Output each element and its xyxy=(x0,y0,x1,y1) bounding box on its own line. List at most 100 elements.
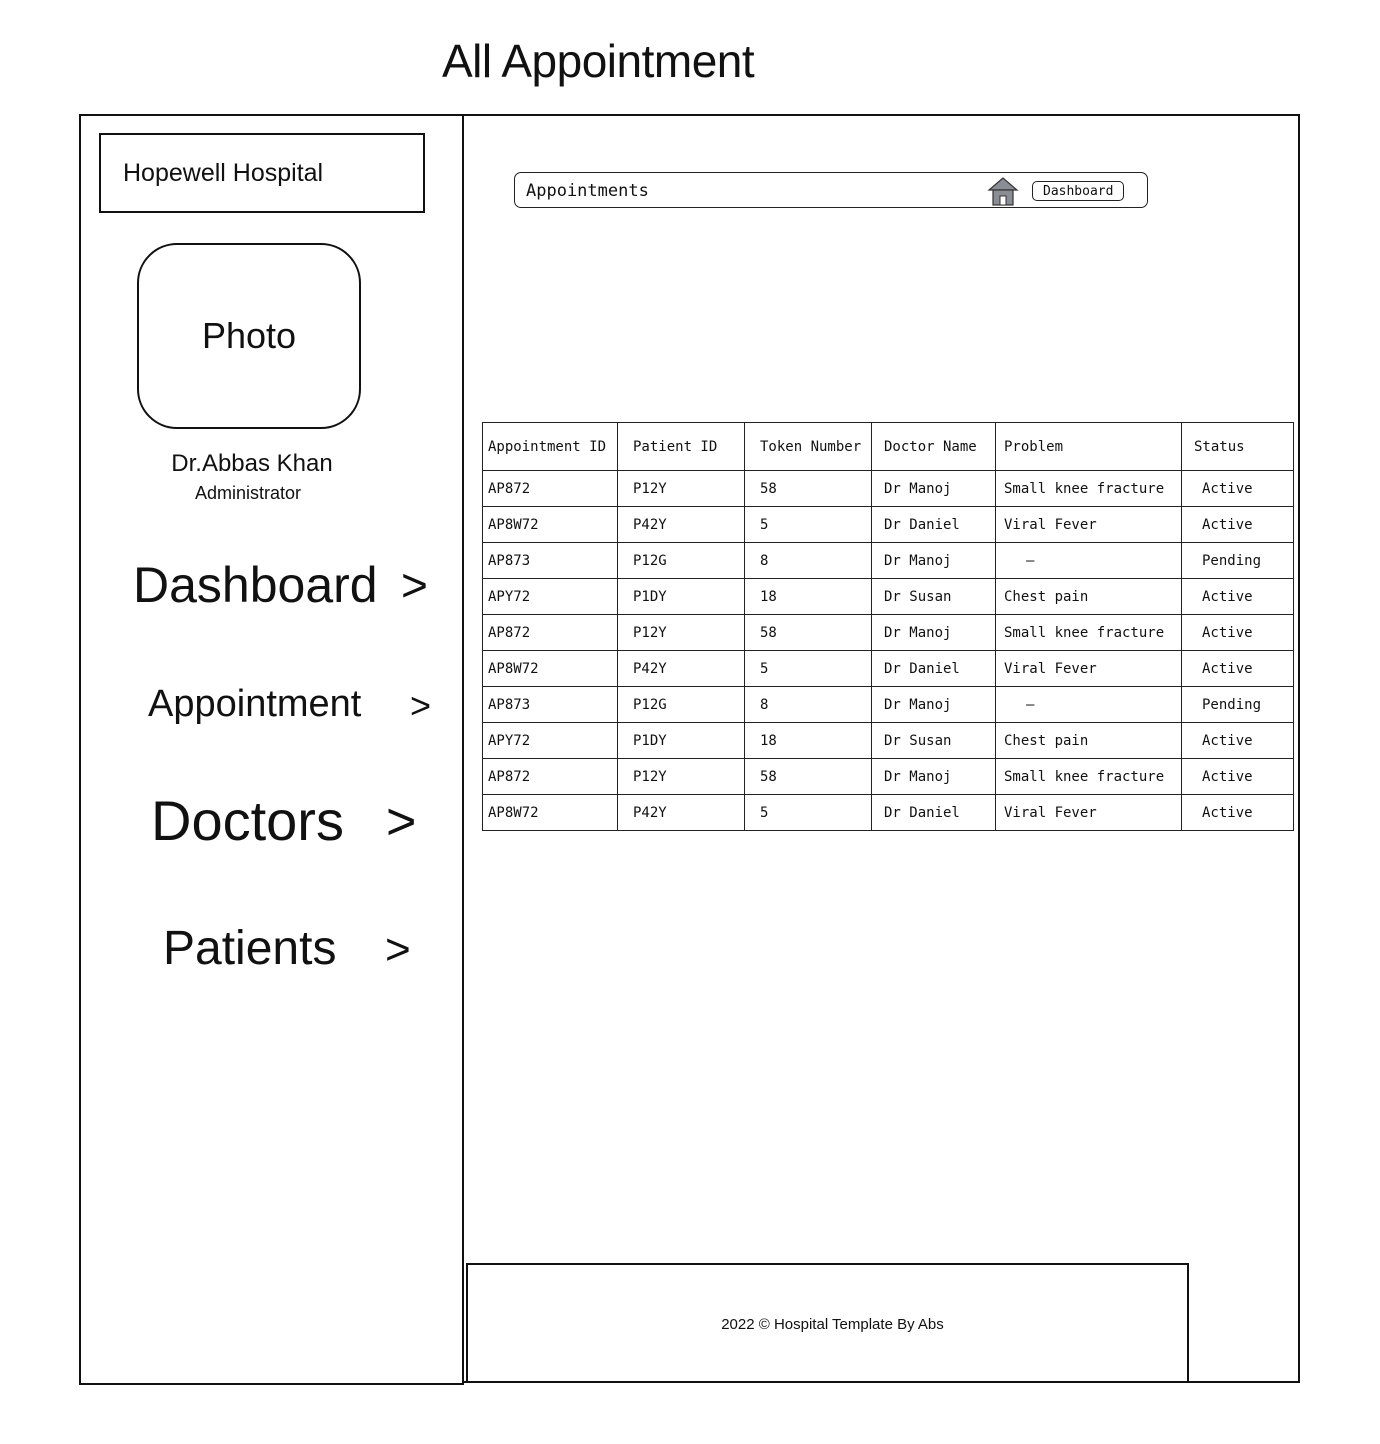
footer-text: 2022 © Hospital Template By Abs xyxy=(721,1315,944,1333)
table-cell: Dr Susan xyxy=(871,722,996,759)
table-cell: AP8W72 xyxy=(482,794,618,831)
table-cell: P42Y xyxy=(617,650,745,687)
table-cell: Viral Fever xyxy=(995,650,1182,687)
user-name: Dr.Abbas Khan xyxy=(171,450,333,477)
table-row[interactable]: AP8W72 P42Y 5 Dr Daniel Viral Fever Active xyxy=(482,506,1294,543)
table-cell: – xyxy=(995,542,1182,579)
table-cell: – xyxy=(995,686,1182,723)
table-cell: AP8W72 xyxy=(482,506,618,543)
table-cell: AP872 xyxy=(482,758,618,795)
home-icon[interactable] xyxy=(987,175,1019,211)
table-row[interactable]: AP872 P12Y 58 Dr Manoj Small knee fracture Ac… xyxy=(482,758,1294,795)
column-header[interactable]: Token Number xyxy=(744,422,872,471)
table-row[interactable]: AP8W72 P42Y 5 Dr Daniel Viral Fever Active xyxy=(482,794,1294,831)
breadcrumb-title: Appointments xyxy=(526,181,649,201)
column-header[interactable]: Appointment ID xyxy=(482,422,618,471)
table-cell: Dr Daniel xyxy=(871,794,996,831)
footer: 2022 © Hospital Template By Abs xyxy=(466,1263,1189,1383)
nav-item-appointment[interactable]: Appointment > xyxy=(148,683,443,726)
table-cell: 8 xyxy=(744,542,872,579)
table-cell: Dr Manoj xyxy=(871,614,996,651)
nav-item-patients[interactable]: Patients > xyxy=(163,921,441,976)
table-cell: Dr Manoj xyxy=(871,686,996,723)
table-cell: 58 xyxy=(744,614,872,651)
column-header[interactable]: Problem xyxy=(995,422,1182,471)
table-row[interactable]: AP873 P12G 8 Dr Manoj – Pending xyxy=(482,542,1294,579)
brand-name: Hopewell Hospital xyxy=(123,158,324,187)
table-cell: AP872 xyxy=(482,470,618,507)
table-cell: Active xyxy=(1181,722,1294,759)
table-cell: AP872 xyxy=(482,614,618,651)
nav-item-doctors[interactable]: Doctors > xyxy=(151,788,441,853)
table-row[interactable]: APY72 P1DY 18 Dr Susan Chest pain Active xyxy=(482,722,1294,759)
table-cell: Small knee fracture xyxy=(995,470,1182,507)
table-cell: P1DY xyxy=(617,722,745,759)
table-cell: AP873 xyxy=(482,686,618,723)
table-header-row: Appointment ID Patient ID Token Number D… xyxy=(482,422,1294,471)
table-cell: P42Y xyxy=(617,506,745,543)
breadcrumb: Appointments Dashboard xyxy=(514,172,1148,208)
table-cell: P1DY xyxy=(617,578,745,615)
table-cell: Viral Fever xyxy=(995,506,1182,543)
table-cell: 58 xyxy=(744,758,872,795)
chevron-right-icon: > xyxy=(385,925,411,974)
table-cell: 18 xyxy=(744,722,872,759)
table-cell: Active xyxy=(1181,758,1294,795)
table-cell: Active xyxy=(1181,578,1294,615)
table-cell: Dr Manoj xyxy=(871,758,996,795)
nav-item-label: Dashboard xyxy=(133,557,378,613)
nav-item-dashboard[interactable]: Dashboard > xyxy=(133,556,443,614)
table-row[interactable]: AP872 P12Y 58 Dr Manoj Small knee fracture Ac… xyxy=(482,470,1294,507)
table-cell: APY72 xyxy=(482,722,618,759)
table-cell: P12G xyxy=(617,542,745,579)
sidebar: Hopewell Hospital Photo Dr.Abbas Khan Ad… xyxy=(79,114,464,1385)
table-cell: Chest pain xyxy=(995,578,1182,615)
table-cell: 58 xyxy=(744,470,872,507)
table-cell: Active xyxy=(1181,650,1294,687)
table-cell: Active xyxy=(1181,614,1294,651)
table-cell: Dr Daniel xyxy=(871,506,996,543)
table-cell: Small knee fracture xyxy=(995,614,1182,651)
column-header[interactable]: Status xyxy=(1181,422,1294,471)
table-cell: P12Y xyxy=(617,614,745,651)
table-cell: Pending xyxy=(1181,686,1294,723)
table-cell: P12G xyxy=(617,686,745,723)
table-cell: APY72 xyxy=(482,578,618,615)
table-cell: Active xyxy=(1181,470,1294,507)
table-cell: 5 xyxy=(744,506,872,543)
table-row[interactable]: APY72 P1DY 18 Dr Susan Chest pain Active xyxy=(482,578,1294,615)
table-row[interactable]: AP8W72 P42Y 5 Dr Daniel Viral Fever Active xyxy=(482,650,1294,687)
table-cell: P12Y xyxy=(617,758,745,795)
user-role: Administrator xyxy=(194,483,302,503)
profile-photo[interactable]: Photo xyxy=(137,243,361,429)
table-cell: Dr Daniel xyxy=(871,650,996,687)
appointments-table: Appointment ID Patient ID Token Number D… xyxy=(482,422,1294,831)
nav-item-label: Doctors xyxy=(151,789,344,852)
table-row[interactable]: AP873 P12G 8 Dr Manoj – Pending xyxy=(482,686,1294,723)
chevron-right-icon: > xyxy=(410,685,432,726)
table-cell: 8 xyxy=(744,686,872,723)
photo-placeholder-label: Photo xyxy=(201,315,297,356)
chevron-right-icon: > xyxy=(386,793,417,851)
table-cell: Dr Susan xyxy=(871,578,996,615)
brand-box[interactable]: Hopewell Hospital xyxy=(99,133,425,213)
dashboard-button[interactable]: Dashboard xyxy=(1032,181,1125,201)
table-cell: Dr Manoj xyxy=(871,470,996,507)
table-cell: 18 xyxy=(744,578,872,615)
table-cell: 5 xyxy=(744,650,872,687)
column-header[interactable]: Patient ID xyxy=(617,422,745,471)
table-cell: Pending xyxy=(1181,542,1294,579)
table-row[interactable]: AP872 P12Y 58 Dr Manoj Small knee fracture Ac… xyxy=(482,614,1294,651)
table-cell: Dr Manoj xyxy=(871,542,996,579)
nav-item-label: Patients xyxy=(163,922,337,975)
table-cell: P42Y xyxy=(617,794,745,831)
column-header[interactable]: Doctor Name xyxy=(871,422,996,471)
main-panel: Appointments Dashboard Appointment ID Pa… xyxy=(464,114,1300,1383)
table-cell: Active xyxy=(1181,794,1294,831)
chevron-right-icon: > xyxy=(401,559,428,611)
table-cell: Active xyxy=(1181,506,1294,543)
page-title: All Appointment xyxy=(442,35,755,87)
table-cell: AP8W72 xyxy=(482,650,618,687)
table-cell: P12Y xyxy=(617,470,745,507)
table-cell: Small knee fracture xyxy=(995,758,1182,795)
